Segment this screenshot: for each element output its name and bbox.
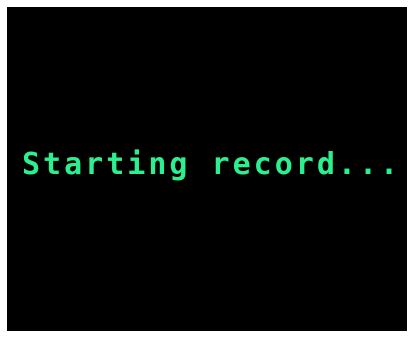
status-message: Starting record... bbox=[22, 147, 402, 182]
terminal-screen: Starting record... bbox=[7, 7, 407, 331]
